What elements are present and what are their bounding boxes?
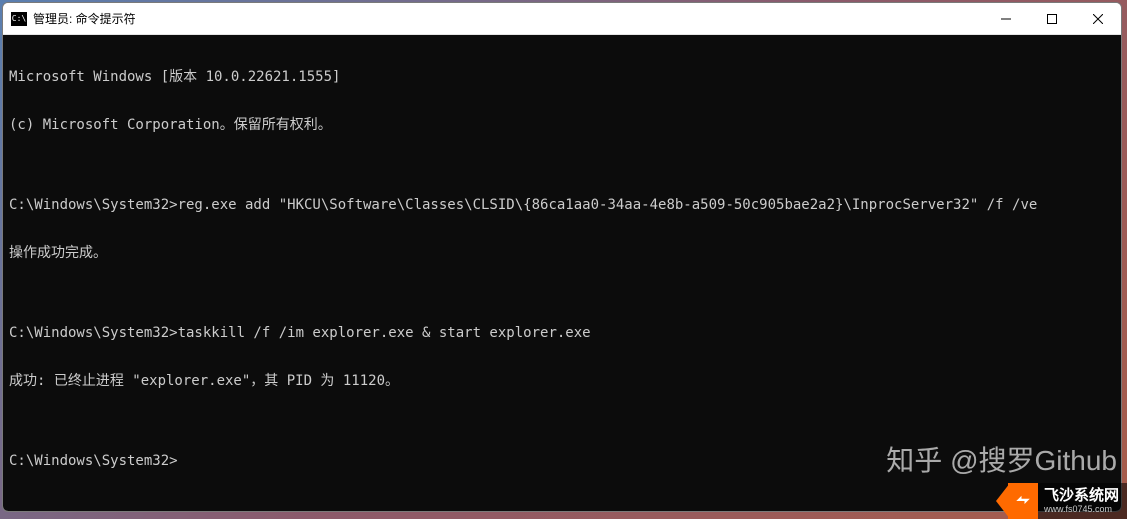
cmd-icon: C:\ [11,12,27,26]
terminal-line: (c) Microsoft Corporation。保留所有权利。 [9,117,1115,133]
terminal-line: C:\Windows\System32>reg.exe add "HKCU\So… [9,197,1115,213]
terminal-line: Microsoft Windows [版本 10.0.22621.1555] [9,69,1115,85]
terminal-line: C:\Windows\System32>taskkill /f /im expl… [9,325,1115,341]
window-controls [983,3,1121,34]
terminal-line: 成功: 已终止进程 "explorer.exe"，其 PID 为 11120。 [9,373,1115,389]
maximize-button[interactable] [1029,3,1075,34]
close-button[interactable] [1075,3,1121,34]
minimize-button[interactable] [983,3,1029,34]
window-title: 管理员: 命令提示符 [33,10,983,27]
terminal-prompt: C:\Windows\System32> [9,453,1115,469]
titlebar[interactable]: C:\ 管理员: 命令提示符 [3,3,1121,35]
terminal-line: 操作成功完成。 [9,245,1115,261]
terminal-output[interactable]: Microsoft Windows [版本 10.0.22621.1555] (… [3,35,1121,511]
cmd-window: C:\ 管理员: 命令提示符 Microsoft Windows [版本 10.… [2,2,1122,512]
